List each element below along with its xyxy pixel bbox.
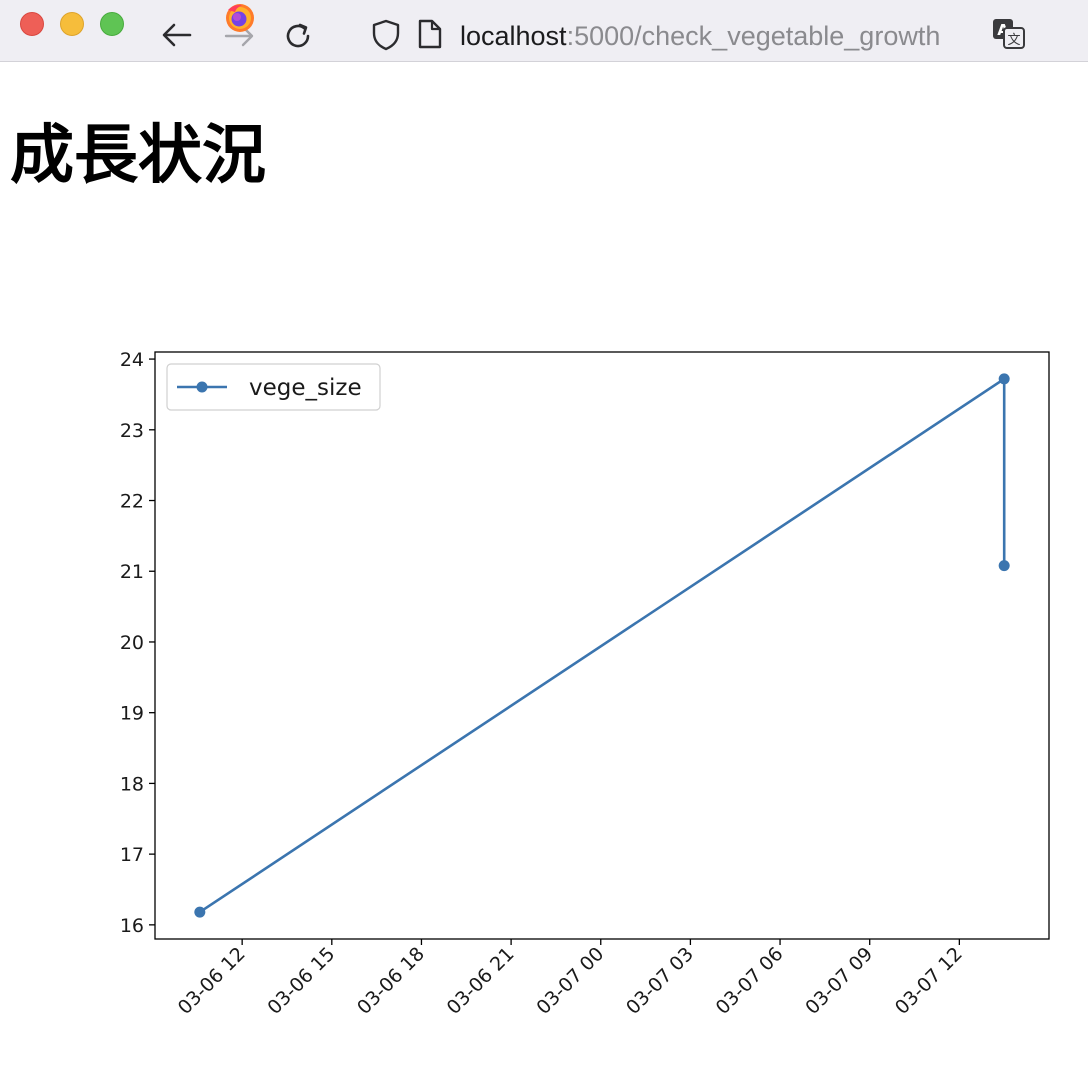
- window-close-button[interactable]: [20, 12, 44, 36]
- data-point: [998, 373, 1010, 385]
- legend-label: vege_size: [249, 375, 362, 401]
- y-tick-label: 23: [120, 420, 144, 442]
- y-tick-label: 22: [120, 491, 144, 513]
- growth-chart: 16171819202122232403-06 12 03-06 15 03-06 …: [120, 349, 1050, 1019]
- translate-icon[interactable]: A 文: [990, 16, 1028, 52]
- y-tick-label: 24: [120, 349, 144, 371]
- y-tick-label: 19: [120, 703, 144, 725]
- x-tick-label: 03-06 12: [174, 943, 250, 1019]
- firefox-forward-icon[interactable]: [222, 2, 258, 50]
- window-zoom-button[interactable]: [100, 12, 124, 36]
- legend-marker: [196, 381, 208, 393]
- y-tick-label: 17: [120, 844, 144, 866]
- x-tick-label: 03-07 06: [712, 943, 788, 1019]
- data-point: [194, 906, 206, 918]
- svg-text:文: 文: [1007, 33, 1020, 48]
- y-tick-label: 21: [120, 561, 144, 583]
- x-tick-label: 03-06 18: [353, 943, 429, 1019]
- page-title: 成長状況: [10, 119, 266, 193]
- page-icon[interactable]: [416, 18, 444, 50]
- x-tick-label: 03-07 12: [891, 943, 967, 1019]
- data-point: [998, 560, 1010, 572]
- y-tick-label: 20: [120, 632, 144, 654]
- x-tick-label: 03-07 03: [622, 943, 698, 1019]
- url-host: localhost: [460, 21, 567, 51]
- y-tick-label: 18: [120, 773, 144, 795]
- y-tick-label: 16: [120, 915, 144, 937]
- window-minimize-button[interactable]: [60, 12, 84, 36]
- x-tick-label: 03-06 21: [443, 943, 519, 1019]
- x-tick-label: 03-07 00: [532, 943, 608, 1019]
- back-arrow-icon[interactable]: [160, 20, 194, 50]
- reload-icon[interactable]: [282, 20, 314, 52]
- url-bar[interactable]: localhost:5000/check_vegetable_growth: [460, 20, 940, 52]
- x-tick-label: 03-06 15: [263, 943, 339, 1019]
- browser-toolbar: localhost:5000/check_vegetable_growth A …: [0, 0, 1088, 62]
- x-tick-label: 03-07 09: [801, 943, 877, 1019]
- url-path: :5000/check_vegetable_growth: [566, 21, 941, 51]
- series-line-vege_size: [199, 377, 1006, 914]
- shield-icon[interactable]: [370, 18, 402, 52]
